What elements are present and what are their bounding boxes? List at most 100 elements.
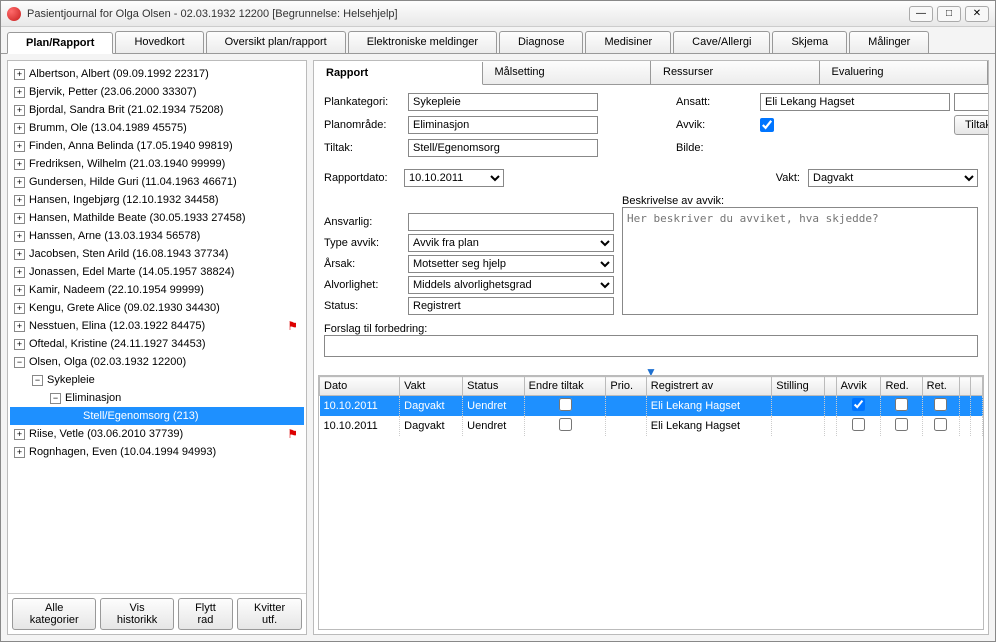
grid-header[interactable]: Registrert av xyxy=(646,377,772,396)
expand-icon[interactable]: − xyxy=(14,357,25,368)
alvorlighet-select[interactable]: Middels alvorlighetsgrad xyxy=(408,276,614,294)
expand-icon[interactable]: + xyxy=(14,321,25,332)
grid-header[interactable]: Ret. xyxy=(922,377,959,396)
tree-row[interactable]: −Sykepleie xyxy=(10,371,304,389)
expand-icon[interactable]: + xyxy=(14,105,25,116)
expand-icon[interactable]: + xyxy=(14,123,25,134)
grid-checkbox[interactable] xyxy=(559,398,572,411)
sub-tab-2[interactable]: Ressurser xyxy=(651,61,820,84)
grid-header[interactable]: Status xyxy=(463,377,524,396)
tree-row[interactable]: +Finden, Anna Belinda (17.05.1940 99819) xyxy=(10,137,304,155)
tree-row[interactable]: +Oftedal, Kristine (24.11.1927 34453) xyxy=(10,335,304,353)
tree-row[interactable]: +Bjervik, Petter (23.06.2000 33307) xyxy=(10,83,304,101)
maximize-button[interactable]: □ xyxy=(937,6,961,22)
close-button[interactable]: ✕ xyxy=(965,6,989,22)
sub-tab-1[interactable]: Målsetting xyxy=(483,61,652,84)
grid-header[interactable]: Stilling xyxy=(772,377,825,396)
plankategori-input[interactable] xyxy=(408,93,598,111)
vakt-select[interactable]: Dagvakt xyxy=(808,169,978,187)
expand-icon[interactable]: + xyxy=(14,87,25,98)
grid-header[interactable]: Vakt xyxy=(400,377,463,396)
grid-header[interactable] xyxy=(825,377,836,396)
grid-row[interactable]: 10.10.2011DagvaktUendretEli Lekang Hagse… xyxy=(320,396,983,417)
ansatt-extra-input[interactable] xyxy=(954,93,989,111)
ansatt-input[interactable] xyxy=(760,93,950,111)
expand-icon[interactable]: + xyxy=(14,69,25,80)
sub-tab-0[interactable]: Rapport xyxy=(314,62,483,85)
expand-icon[interactable]: + xyxy=(14,249,25,260)
grid-header[interactable] xyxy=(959,377,970,396)
grid-header[interactable]: Avvik xyxy=(836,377,881,396)
grid-checkbox[interactable] xyxy=(852,398,865,411)
grid-header[interactable]: Prio. xyxy=(606,377,646,396)
tree-row[interactable]: +Jacobsen, Sten Arild (16.08.1943 37734) xyxy=(10,245,304,263)
main-tab-3[interactable]: Elektroniske meldinger xyxy=(348,31,497,53)
minimize-button[interactable]: — xyxy=(909,6,933,22)
expand-icon[interactable]: − xyxy=(50,393,61,404)
tree-row[interactable]: +Hanssen, Arne (13.03.1934 56578) xyxy=(10,227,304,245)
grid-header[interactable]: Endre tiltak xyxy=(524,377,606,396)
kvitter-button[interactable]: Kvitter utf. xyxy=(237,598,302,630)
main-tab-2[interactable]: Oversikt plan/rapport xyxy=(206,31,346,53)
status-input[interactable] xyxy=(408,297,614,315)
tree-row[interactable]: +Brumm, Ole (13.04.1989 45575) xyxy=(10,119,304,137)
avvik-checkbox[interactable] xyxy=(760,118,774,132)
tree-row[interactable]: +Albertson, Albert (09.09.1992 22317) xyxy=(10,65,304,83)
main-tab-5[interactable]: Medisiner xyxy=(585,31,671,53)
tree-row[interactable]: +Nesstuen, Elina (12.03.1922 84475)⚑ xyxy=(10,317,304,335)
sub-tab-3[interactable]: Evaluering xyxy=(820,61,989,84)
forslag-input[interactable] xyxy=(324,335,978,357)
expand-icon[interactable]: + xyxy=(14,177,25,188)
expand-icon[interactable]: + xyxy=(14,159,25,170)
report-grid[interactable]: DatoVaktStatusEndre tiltakPrio.Registrer… xyxy=(318,375,984,630)
tree-row[interactable]: +Kengu, Grete Alice (09.02.1930 34430) xyxy=(10,299,304,317)
tiltak-input[interactable] xyxy=(408,139,598,157)
grid-checkbox[interactable] xyxy=(852,418,865,431)
typeavvik-select[interactable]: Avvik fra plan xyxy=(408,234,614,252)
expand-icon[interactable]: + xyxy=(14,267,25,278)
grid-checkbox[interactable] xyxy=(934,418,947,431)
expand-icon[interactable]: + xyxy=(14,231,25,242)
tree-row[interactable]: +Kamir, Nadeem (22.10.1954 99999) xyxy=(10,281,304,299)
tree-row[interactable]: +Fredriksen, Wilhelm (21.03.1940 99999) xyxy=(10,155,304,173)
grid-checkbox[interactable] xyxy=(895,418,908,431)
grid-checkbox[interactable] xyxy=(934,398,947,411)
all-categories-button[interactable]: Alle kategorier xyxy=(12,598,96,630)
arsak-select[interactable]: Motsetter seg hjelp xyxy=(408,255,614,273)
grid-checkbox[interactable] xyxy=(559,418,572,431)
main-tab-6[interactable]: Cave/Allergi xyxy=(673,31,770,53)
tree-row[interactable]: +Riise, Vetle (03.06.2010 37739)⚑ xyxy=(10,425,304,443)
expand-icon[interactable]: + xyxy=(14,429,25,440)
grid-checkbox[interactable] xyxy=(895,398,908,411)
grid-header[interactable] xyxy=(971,377,983,396)
collapse-marker-icon[interactable]: ▼ xyxy=(314,365,988,375)
tree-row[interactable]: +Jonassen, Edel Marte (14.05.1957 38824) xyxy=(10,263,304,281)
tree-row[interactable]: +Rognhagen, Even (10.04.1994 94993) xyxy=(10,443,304,461)
planomrade-input[interactable] xyxy=(408,116,598,134)
ansvarlig-input[interactable] xyxy=(408,213,614,231)
tiltaksbeskrivelse-button[interactable]: Tiltaksbeskrivelse xyxy=(954,115,989,135)
show-history-button[interactable]: Vis historikk xyxy=(100,598,173,630)
expand-icon[interactable]: + xyxy=(14,195,25,206)
grid-row[interactable]: 10.10.2011DagvaktUendretEli Lekang Hagse… xyxy=(320,416,983,436)
tree-row[interactable]: −Olsen, Olga (02.03.1932 12200) xyxy=(10,353,304,371)
grid-header[interactable]: Red. xyxy=(881,377,922,396)
beskrivelse-textarea[interactable] xyxy=(622,207,978,315)
expand-icon[interactable]: + xyxy=(14,339,25,350)
tree-row[interactable]: +Gundersen, Hilde Guri (11.04.1963 46671… xyxy=(10,173,304,191)
main-tab-0[interactable]: Plan/Rapport xyxy=(7,32,113,54)
main-tab-4[interactable]: Diagnose xyxy=(499,31,583,53)
expand-icon[interactable]: + xyxy=(14,141,25,152)
tree-row[interactable]: −Eliminasjon xyxy=(10,389,304,407)
tree-row[interactable]: Stell/Egenomsorg (213) xyxy=(10,407,304,425)
expand-icon[interactable]: + xyxy=(14,303,25,314)
tree-row[interactable]: +Bjordal, Sandra Brit (21.02.1934 75208) xyxy=(10,101,304,119)
main-tab-1[interactable]: Hovedkort xyxy=(115,31,203,53)
main-tab-7[interactable]: Skjema xyxy=(772,31,847,53)
grid-header[interactable]: Dato xyxy=(320,377,400,396)
expand-icon[interactable]: − xyxy=(32,375,43,386)
expand-icon[interactable]: + xyxy=(14,447,25,458)
move-row-button[interactable]: Flytt rad xyxy=(178,598,234,630)
main-tab-8[interactable]: Målinger xyxy=(849,31,929,53)
expand-icon[interactable]: + xyxy=(14,285,25,296)
